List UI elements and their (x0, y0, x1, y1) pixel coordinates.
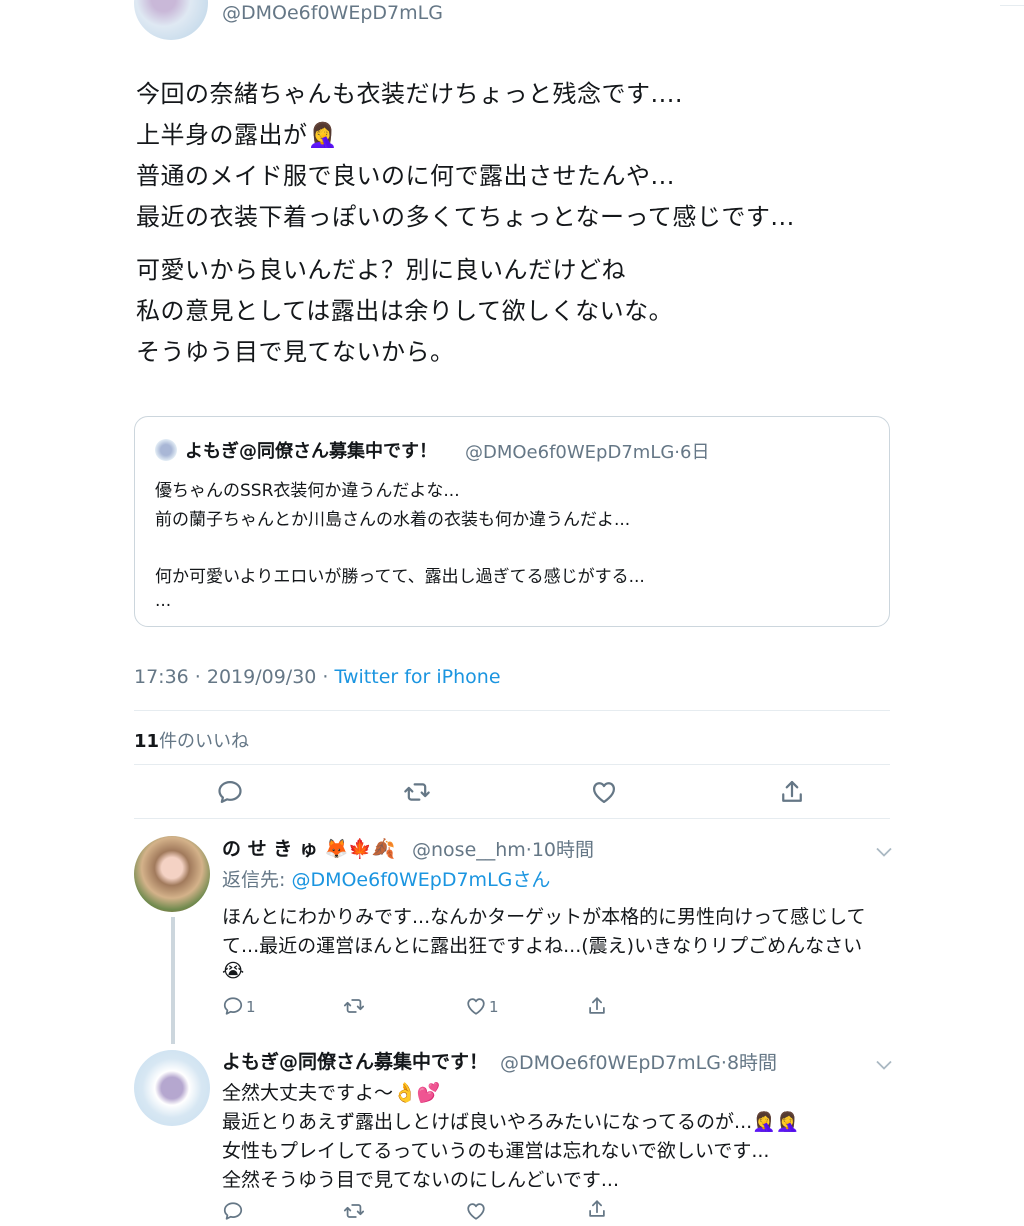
reply-avatar[interactable] (134, 836, 210, 912)
reply-to-label: 返信先: (222, 869, 292, 891)
author-avatar[interactable] (134, 0, 208, 40)
like-icon[interactable] (465, 995, 487, 1017)
tweet-text-line: 普通のメイド服で良いのに何で露出させたんや... (136, 162, 675, 190)
tweet-timestamp: 17:36 · 2019/09/30 · Twitter for iPhone (134, 666, 501, 688)
tweet-text-line: 今回の奈緒ちゃんも衣装だけちょっと残念です.... (136, 80, 684, 108)
reply-count: 1 (246, 998, 256, 1016)
reply-to-handle[interactable]: @DMOe6f0WEpD7mLGさん (291, 869, 550, 891)
likes-label: 件のいいね (159, 731, 250, 752)
reply-text-line: 全然大丈夫ですよ〜👌💕 (222, 1082, 441, 1104)
chevron-down-icon[interactable] (876, 1055, 892, 1070)
like-count: 1 (489, 998, 499, 1016)
reply-text-line: ほんとにわかりみです...なんかターゲットが本格的に男性向けって感じして (222, 906, 866, 928)
quoted-author-name: よもぎ@同僚さん募集中です！ (185, 441, 437, 462)
tweet-text-line: 最近の衣装下着っぽいの多くてちょっとなーって感じです... (136, 203, 795, 231)
divider (134, 710, 890, 711)
retweet-icon[interactable] (403, 778, 431, 806)
reply-author-handle-time[interactable]: @DMOe6f0WEpD7mLG·8時間 (500, 1048, 777, 1075)
reply-icon[interactable] (222, 1200, 244, 1222)
quoted-author-handle-time: @DMOe6f0WEpD7mLG·6日 (465, 442, 710, 463)
tweet-client-link[interactable]: Twitter for iPhone (335, 666, 501, 688)
likes-summary[interactable]: 11件のいいね (134, 727, 249, 753)
retweet-icon[interactable] (343, 995, 365, 1017)
quoted-text-line: 何か可愛いよりエロいが勝ってて、露出し過ぎてる感じがする... (155, 567, 645, 587)
reply-text-line: 最近とりあえず露出しとけば良いやろみたいになってるのが...🤦‍♀️🤦‍♀️ (222, 1111, 800, 1133)
chevron-down-icon[interactable] (876, 842, 892, 857)
author-handle[interactable]: @DMOe6f0WEpD7mLG (222, 2, 443, 24)
reply-author-name[interactable]: の せ き ゅ 🦊🍁🍂 (222, 834, 395, 861)
divider (134, 764, 890, 765)
tweet-text-line: 可愛いから良いんだよ？別に良いんだけどね (136, 256, 626, 284)
share-icon[interactable] (778, 778, 806, 806)
tweet-text-line: 上半身の露出が🤦‍♀️ (136, 121, 338, 149)
reply-icon[interactable] (216, 778, 244, 806)
quoted-tweet-card[interactable]: よもぎ@同僚さん募集中です！ @DMOe6f0WEpD7mLG·6日 優ちゃんの… (134, 416, 890, 627)
tweet-text-line: 私の意見としては露出は余りして欲しくないな。 (136, 297, 674, 325)
like-icon[interactable] (590, 778, 618, 806)
reply-avatar[interactable] (134, 1050, 210, 1126)
quoted-text-line: 優ちゃんのSSR衣装何か違うんだよな... (155, 481, 460, 501)
reply-author-handle-time[interactable]: @nose__hm·10時間 (412, 835, 594, 862)
reply-author-name[interactable]: よもぎ@同僚さん募集中です！ (222, 1047, 488, 1074)
share-icon[interactable] (586, 1198, 608, 1220)
quoted-text-line: 前の蘭子ちゃんとか川島さんの水着の衣装も何か違うんだよ... (155, 510, 631, 530)
reply-icon[interactable] (222, 995, 244, 1017)
quoted-author-avatar (155, 439, 177, 461)
likes-count: 11 (134, 731, 160, 752)
tweet-time-date[interactable]: 17:36 · 2019/09/30 · (134, 666, 335, 688)
share-icon[interactable] (586, 995, 608, 1017)
divider (1000, 5, 1024, 6)
reply-text-line: て...最近の運営ほんとに露出狂ですよね...(震え)いきなりリプごめんなさい (222, 935, 863, 957)
like-icon[interactable] (465, 1200, 487, 1222)
reply-text-line: 女性もプレイしてるっていうのも運営は忘れないで欲しいです... (222, 1140, 770, 1162)
divider (134, 818, 890, 819)
reply-to-line: 返信先: @DMOe6f0WEpD7mLGさん (222, 865, 550, 892)
retweet-icon[interactable] (343, 1200, 365, 1222)
quoted-text-line: ... (155, 591, 172, 611)
tweet-text-line: そうゆう目で見てないから。 (136, 338, 455, 366)
thread-connector (171, 917, 175, 1044)
reply-text-line: 😭 (222, 960, 245, 982)
reply-text-line: 全然そうゆう目で見てないのにしんどいです... (222, 1169, 619, 1191)
